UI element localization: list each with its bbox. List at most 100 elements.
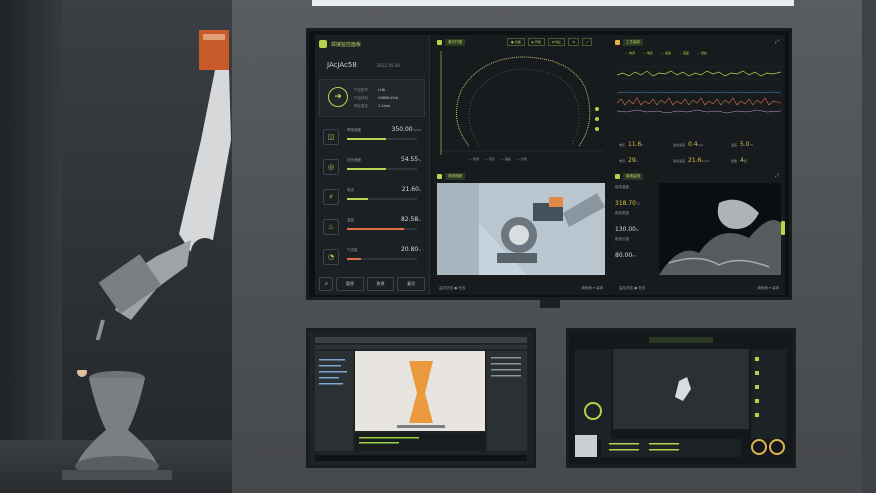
thermometer-icon: ♨ — [323, 219, 339, 235]
thermal-footer: 监控状态 ● 在线 清晰度 ▾ 高清 — [619, 286, 779, 291]
fullscreen-icon[interactable]: ⤢ — [582, 38, 593, 46]
scan-toolbar: ● 扫描 ▶ 开始 ⊗ 停止 ⚙ ⤢ — [507, 38, 593, 46]
metric-bar — [347, 168, 417, 170]
panel-header: 激光扫描 — [437, 37, 465, 47]
metric-bar-fill — [347, 258, 361, 260]
arrow-right-icon[interactable]: ➜ — [328, 87, 348, 107]
stat-layers: 层数 4层 — [731, 157, 747, 164]
metric-bar — [347, 138, 417, 140]
melt-pool-panel: 熔池监测 ⤢ 熔池温度 318.70°C 熔池宽度 130.00m 熔池长度 8… — [611, 169, 785, 295]
digital-twin-monitor — [566, 328, 796, 468]
melt-pool-width: 熔池宽度 130.00m — [615, 211, 640, 233]
background-pillar — [0, 0, 62, 493]
metric-label: 送丝速度 — [347, 158, 361, 162]
panel-logo-icon — [615, 173, 620, 179]
metric-wire-feed: ◎ 送丝速度 54.55% — [319, 155, 423, 180]
metric-bar-fill — [347, 168, 386, 170]
metric-bar-fill — [347, 228, 405, 230]
printed-part-image — [62, 370, 172, 480]
stop-scan-button[interactable]: ⊗ 停止 — [547, 38, 566, 46]
legend-item: — 偏差 — [500, 157, 511, 161]
legend-item: — 送丝 — [696, 51, 707, 55]
thermal-quality-select[interactable]: 清晰度 ▾ 高清 — [758, 286, 779, 291]
metric-value: 20.80 — [400, 246, 419, 253]
pause-button[interactable]: 暂停 — [336, 277, 364, 291]
panel-header: 焊接监控面板 — [319, 38, 425, 50]
metric-unit: A — [418, 188, 421, 192]
live-video-feed[interactable] — [437, 183, 605, 275]
cad-software-screen — [309, 331, 533, 465]
metric-bar-fill — [347, 198, 368, 200]
metric-value: 21.60 — [401, 186, 419, 193]
scan-legend: — 轮廓 — 层高 — 偏差 — 基准 — [469, 157, 527, 161]
metric-bar-fill — [347, 138, 386, 140]
melt-pool-temperature: 熔池温度 318.70°C — [615, 185, 641, 207]
undo-button[interactable]: ↺ — [319, 277, 333, 291]
metric-temperature: ♨ 温度 82.58% — [319, 215, 423, 240]
main-monitor: 焊接监控面板 JAcJAc58 2022.05.06 ➜ 产品型号 LH8 产品… — [306, 28, 792, 300]
legend-item: — 温度 — [678, 51, 689, 55]
metric-current: ⚡ 电流 21.60A — [319, 185, 423, 210]
panel-logo-icon — [319, 40, 327, 48]
main-screen: 焊接监控面板 JAcJAc58 2022.05.06 ➜ 产品型号 LH8 产品… — [315, 35, 785, 295]
process-stats: 电压 11.6V 送丝速度 0.4m/s 温度 5.0°C 电流 29A 焊接速度 21.… — [615, 129, 781, 164]
thermal-status: 监控状态 ● 在线 — [619, 286, 646, 290]
stop-button[interactable]: 急停 — [366, 277, 395, 291]
panel-header: 熔池监测 — [615, 171, 643, 181]
metric-unit: % — [418, 218, 421, 222]
info-label: 产品型号 — [354, 88, 368, 92]
fullscreen-icon[interactable]: ⤢ — [775, 173, 779, 179]
settings-icon[interactable]: ⚙ — [568, 38, 580, 46]
speed-icon: ◫ — [323, 129, 339, 145]
panel-title: 现场视频 — [445, 172, 465, 180]
current-icon: ⚡ — [323, 189, 339, 205]
start-button[interactable]: ▶ 开始 — [527, 38, 545, 46]
panel-title: 焊接监控面板 — [331, 41, 362, 48]
process-legend: — 电流 — 电压 — 速度 — 温度 — 送丝 — [625, 51, 707, 55]
video-footer: 监控状态 ● 在线 清晰度 ▾ 高清 — [439, 286, 603, 291]
metric-unit: mm/s — [412, 128, 421, 132]
metric-bar — [347, 198, 417, 200]
metric-unit: % — [418, 158, 421, 162]
legend-item: — 基准 — [516, 157, 527, 161]
legend-item: — 电流 — [625, 51, 635, 55]
video-panel: 现场视频 监控状态 ● 在线 清晰度 ▾ 高清 — [433, 169, 609, 295]
cabinet-light-bar — [312, 0, 794, 6]
legend-item: — 层高 — [484, 157, 495, 161]
metric-label: 气流量 — [347, 248, 358, 252]
panel-title: 工艺曲线 — [623, 38, 643, 46]
info-value: LH8 — [378, 88, 385, 92]
monitoring-panel: 焊接监控面板 JAcJAc58 2022.05.06 ➜ 产品型号 LH8 产品… — [315, 35, 430, 295]
cad-monitor — [306, 328, 536, 468]
fullscreen-icon[interactable]: ⤢ — [775, 39, 779, 45]
melt-pool-length: 熔池长度 80.00m — [615, 237, 636, 259]
product-info-card: ➜ 产品型号 LH8 产品材料 H08Mn2SiA 焊丝直径 1.2mm — [319, 79, 425, 117]
scan-button[interactable]: ● 扫描 — [507, 38, 525, 46]
laser-scan-panel: 激光扫描 ● 扫描 ▶ 开始 ⊗ 停止 ⚙ ⤢ — 轮廓 — 层高 — 偏差 —… — [433, 35, 609, 165]
monitor-stand — [540, 300, 560, 308]
info-label: 产品材料 — [354, 96, 368, 100]
digital-twin-screen — [569, 331, 793, 465]
part-id: JAcJAc58 — [327, 61, 357, 69]
process-curve-panel: 工艺曲线 ⤢ — 电流 — 电压 — 速度 — 温度 — 送丝 电压 11.6V… — [611, 35, 785, 165]
melt-pool-camera[interactable] — [659, 183, 781, 275]
metric-unit: % — [418, 248, 421, 252]
metric-label: 温度 — [347, 218, 354, 222]
metric-bar — [347, 258, 417, 260]
legend-item: — 轮廓 — [469, 157, 479, 161]
video-quality-select[interactable]: 清晰度 ▾ 高清 — [582, 286, 603, 291]
metric-value: 82.58 — [400, 216, 419, 223]
metric-value: 350.00 — [391, 126, 413, 133]
video-status: 监控状态 ● 在线 — [439, 286, 466, 290]
background-wall-right — [862, 0, 876, 493]
info-value: 1.2mm — [378, 104, 391, 108]
reset-button[interactable]: 复位 — [397, 277, 426, 291]
metric-value: 54.55 — [400, 156, 419, 163]
stat-current: 电流 29A — [619, 157, 638, 164]
side-tab-handle[interactable] — [781, 221, 785, 235]
camera-icon — [437, 173, 442, 179]
metric-bar — [347, 228, 417, 230]
control-buttons: ↺ 暂停 急停 复位 — [319, 277, 426, 291]
process-curve-plot — [617, 66, 781, 116]
panel-title: 熔池监测 — [623, 172, 643, 180]
